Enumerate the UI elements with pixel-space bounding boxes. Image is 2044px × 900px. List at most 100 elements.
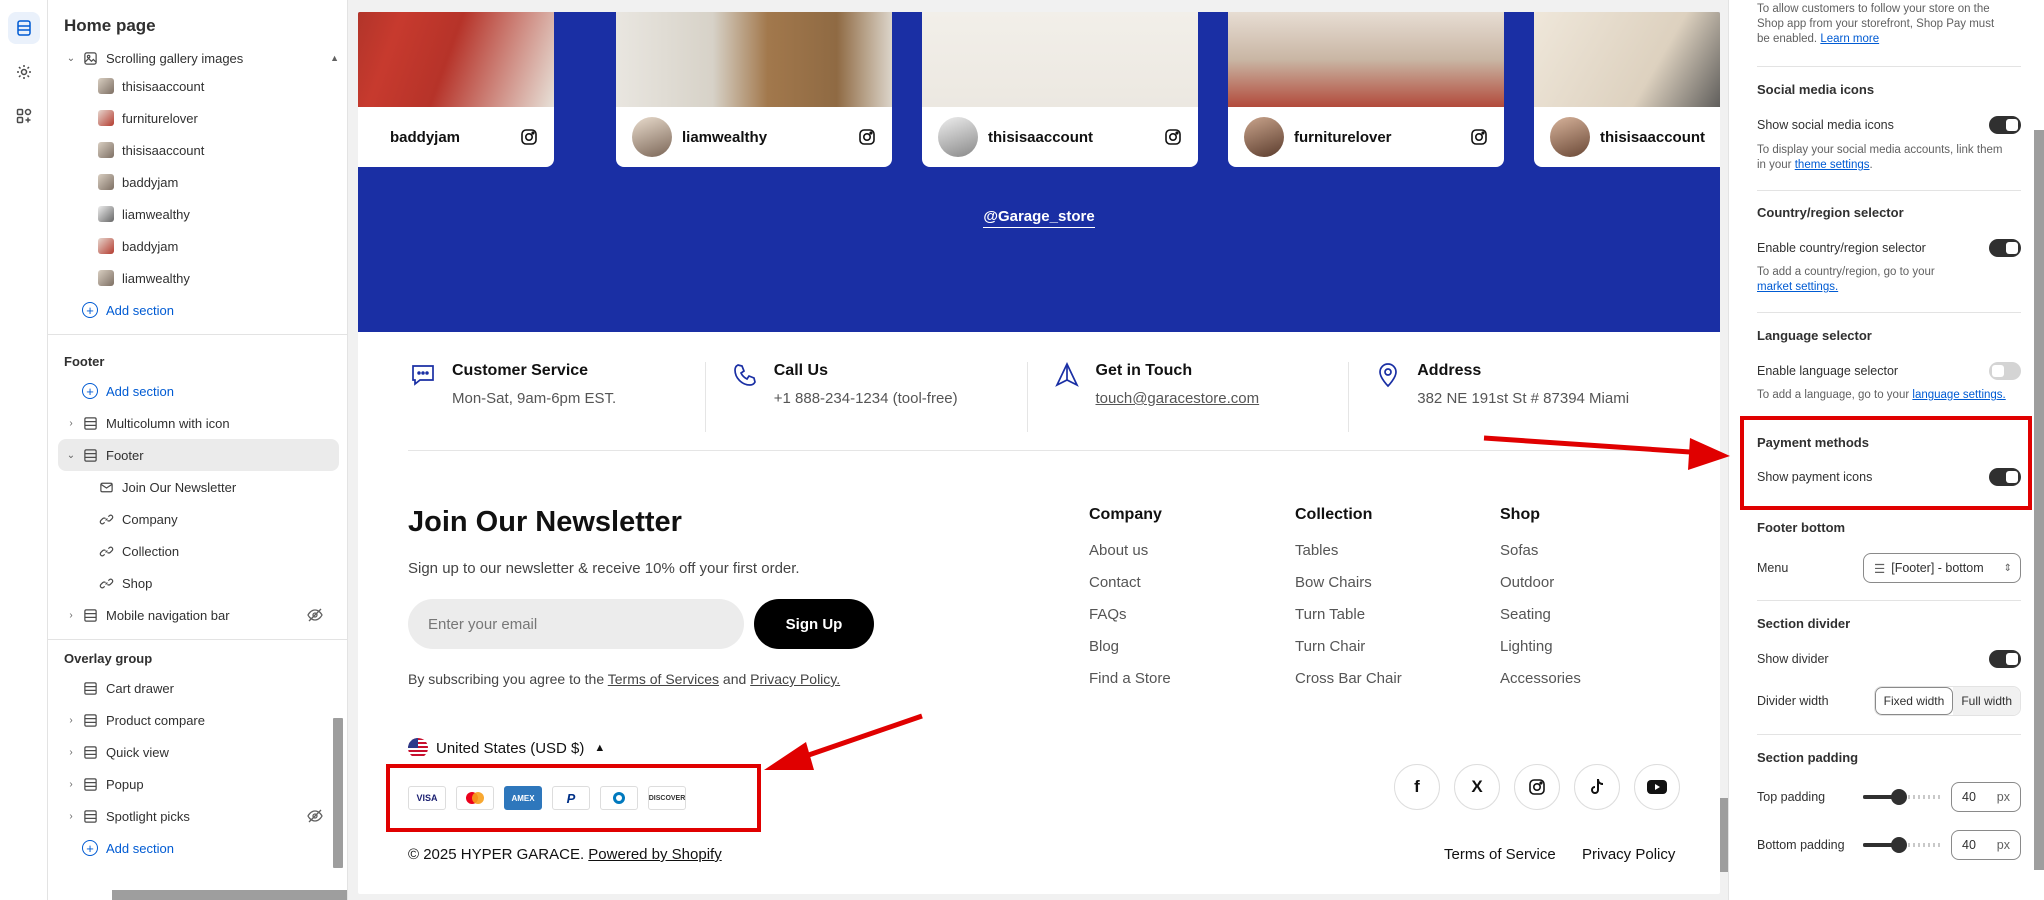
gallery-image: [616, 12, 892, 107]
tree-item-block[interactable]: thisisaaccount: [48, 70, 347, 102]
tree-block-collection[interactable]: Collection: [48, 535, 347, 567]
info-email-link[interactable]: touch@garacestore.com: [1096, 390, 1260, 407]
country-help: To add a country/region, go to your mark…: [1757, 265, 2007, 295]
gallery-card[interactable]: liamwealthy: [616, 12, 892, 167]
footer-link[interactable]: Contact: [1089, 574, 1171, 606]
tree-section-mobile-nav[interactable]: › Mobile navigation bar: [48, 599, 347, 631]
privacy-link[interactable]: Privacy Policy.: [750, 671, 840, 687]
store-handle-link[interactable]: @Garage_store: [358, 208, 1720, 228]
tree-section-product-compare[interactable]: › Product compare: [48, 704, 347, 736]
tree-block-newsletter[interactable]: Join Our Newsletter: [48, 471, 347, 503]
scrollbar-thumb[interactable]: [333, 718, 343, 868]
tree-item-block[interactable]: baddyjam: [48, 166, 347, 198]
instagram-icon[interactable]: [1514, 764, 1560, 810]
facebook-icon[interactable]: f: [1394, 764, 1440, 810]
sign-up-button[interactable]: Sign Up: [754, 599, 874, 649]
tree-item-label: baddyjam: [122, 174, 179, 190]
slider-handle[interactable]: [1891, 789, 1907, 805]
x-icon[interactable]: X: [1454, 764, 1500, 810]
show-divider-toggle[interactable]: [1989, 650, 2021, 668]
youtube-icon[interactable]: [1634, 764, 1680, 810]
footer-link[interactable]: Lighting: [1500, 638, 1581, 670]
language-selector-toggle[interactable]: [1989, 362, 2021, 380]
language-settings-link[interactable]: language settings.: [1912, 389, 2005, 401]
footer-link[interactable]: About us: [1089, 542, 1171, 574]
panel-scrollbar[interactable]: [2034, 130, 2044, 870]
currency-selector[interactable]: United States (USD $) ▲: [408, 738, 605, 758]
terms-link[interactable]: Terms of Services: [608, 671, 719, 687]
gallery-card[interactable]: baddyjam: [358, 12, 554, 167]
add-section-button[interactable]: + Add section: [48, 375, 347, 407]
add-section-button[interactable]: + Add section: [48, 294, 347, 326]
footer-link[interactable]: Blog: [1089, 638, 1171, 670]
footer-link[interactable]: Outdoor: [1500, 574, 1581, 606]
sidebar-scrollbar[interactable]: [333, 56, 343, 884]
footer-link[interactable]: Cross Bar Chair: [1295, 670, 1402, 702]
tree-section-cart-drawer[interactable]: Cart drawer: [48, 672, 347, 704]
add-section-label: Add section: [106, 840, 174, 856]
privacy-policy-link[interactable]: Privacy Policy: [1582, 846, 1675, 863]
apps-icon[interactable]: [8, 100, 40, 132]
top-padding-slider[interactable]: [1863, 789, 1943, 805]
powered-by-link[interactable]: Powered by Shopify: [588, 846, 721, 863]
tree-block-shop[interactable]: Shop: [48, 567, 347, 599]
gallery-card[interactable]: thisisaaccount: [1534, 12, 1720, 167]
scrollbar-thumb[interactable]: [112, 890, 347, 900]
gear-icon[interactable]: [8, 56, 40, 88]
image-block-icon: [82, 52, 98, 66]
footer-link[interactable]: Seating: [1500, 606, 1581, 638]
theme-settings-link[interactable]: theme settings: [1795, 159, 1870, 171]
country-selector-toggle[interactable]: [1989, 239, 2021, 257]
info-title: Get in Touch: [1095, 362, 1193, 379]
footer-link[interactable]: Accessories: [1500, 670, 1581, 702]
divider: [48, 639, 347, 640]
tree-section-multicolumn[interactable]: › Multicolumn with icon: [48, 407, 347, 439]
top-padding-input[interactable]: 40 px: [1951, 782, 2021, 812]
tree-item-block[interactable]: furniturelover: [48, 102, 347, 134]
tree-item-block[interactable]: thisisaaccount: [48, 134, 347, 166]
section-icon: [82, 808, 98, 824]
tiktok-icon[interactable]: [1574, 764, 1620, 810]
social-icons-toggle[interactable]: [1989, 116, 2021, 134]
tree-section-footer[interactable]: ⌄ Footer: [58, 439, 339, 471]
tree-section-spotlight[interactable]: › Spotlight picks: [48, 800, 347, 832]
gallery-card[interactable]: thisisaaccount: [922, 12, 1198, 167]
country-selector-setting: Enable country/region selector: [1757, 239, 2021, 259]
tree-block-company[interactable]: Company: [48, 503, 347, 535]
newsletter-email-input[interactable]: [408, 599, 744, 649]
slider-handle[interactable]: [1891, 837, 1907, 853]
tree-group-scrolling-gallery[interactable]: ⌄ Scrolling gallery images ▲: [48, 52, 347, 70]
market-settings-link[interactable]: market settings.: [1757, 281, 1838, 293]
tree-item-block[interactable]: liamwealthy: [48, 198, 347, 230]
footer-menu-select[interactable]: ☰ [Footer] - bottom ⇕: [1863, 553, 2021, 583]
footer-link[interactable]: Bow Chairs: [1295, 574, 1402, 606]
bottom-padding-slider[interactable]: [1863, 837, 1943, 853]
sections-icon[interactable]: [7, 12, 40, 44]
terms-of-service-link[interactable]: Terms of Service: [1444, 846, 1556, 863]
tree-section-quick-view[interactable]: › Quick view: [48, 736, 347, 768]
eye-off-icon[interactable]: [307, 809, 323, 823]
bottom-padding-input[interactable]: 40 px: [1951, 830, 2021, 860]
setting-label: Divider width: [1757, 694, 1829, 708]
footer-link[interactable]: Turn Table: [1295, 606, 1402, 638]
tree-item-label: thisisaaccount: [122, 142, 205, 158]
full-width-option[interactable]: Full width: [1953, 687, 2020, 715]
learn-more-link[interactable]: Learn more: [1820, 33, 1879, 45]
tree-section-popup[interactable]: › Popup: [48, 768, 347, 800]
eye-off-icon[interactable]: [307, 608, 323, 622]
link-icon: [98, 543, 114, 559]
fixed-width-option[interactable]: Fixed width: [1874, 687, 1954, 715]
info-address: Address 382 NE 191st St # 87394 Miami: [1349, 362, 1670, 432]
footer-link[interactable]: Turn Chair: [1295, 638, 1402, 670]
footer-link[interactable]: Find a Store: [1089, 670, 1171, 702]
footer-link[interactable]: Sofas: [1500, 542, 1581, 574]
sidebar-horizontal-scrollbar[interactable]: [100, 888, 347, 900]
footer-link[interactable]: FAQs: [1089, 606, 1171, 638]
add-section-button[interactable]: + Add section: [48, 832, 347, 864]
gallery-card[interactable]: furniturelover: [1228, 12, 1504, 167]
tree-item-block[interactable]: liamwealthy: [48, 262, 347, 294]
tree-item-block[interactable]: baddyjam: [48, 230, 347, 262]
tree-item-label: Quick view: [106, 744, 169, 760]
footer-link[interactable]: Tables: [1295, 542, 1402, 574]
column-heading: Collection: [1295, 506, 1373, 523]
